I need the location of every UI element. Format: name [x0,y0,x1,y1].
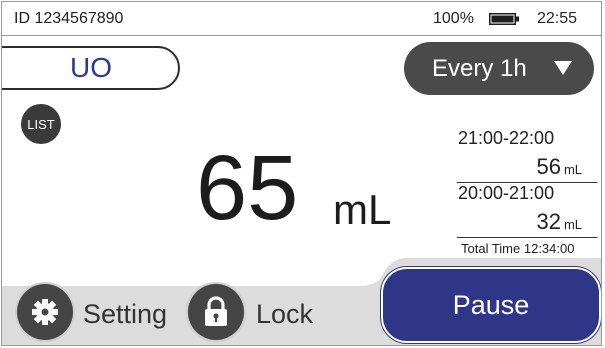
history-period: 21:00-22:00 [458,128,555,148]
status-divider [2,35,601,36]
padlock-icon [205,296,227,326]
current-volume-unit: mL [333,186,392,233]
total-time: Total Time 12:34:00 [461,241,575,256]
lock-label[interactable]: Lock [256,299,313,330]
history-divider [457,237,597,238]
clock: 22:55 [537,10,578,27]
battery-full-icon [489,13,519,25]
pause-button-label: Pause [452,289,530,320]
lock-button[interactable] [188,284,244,340]
interval-value: Every 1h [432,54,527,82]
history-value: 56 [536,154,561,179]
device-screen: ID 1234567890 100% 22:55 UO Every 1h LIS… [1,1,602,346]
measurement-type-label: UO [70,52,112,83]
chevron-down-icon [554,61,572,75]
list-button[interactable]: LIST [21,104,61,144]
history-period: 20:00-21:00 [458,183,555,203]
history-unit: mL [563,217,582,232]
current-volume-value: 65 [196,137,299,239]
history-value-row: 56 mL [482,154,582,180]
history-unit: mL [563,162,582,177]
history-value: 32 [536,209,561,234]
status-bar: ID 1234567890 100% 22:55 [2,2,601,32]
setting-button[interactable] [17,284,73,340]
gear-icon [32,299,58,325]
list-button-label: LIST [27,116,55,132]
measurement-type-tab[interactable]: UO [2,46,180,90]
battery-percent: 100% [433,10,474,27]
pause-button[interactable]: Pause [381,267,601,343]
history-value-row: 32 mL [482,209,582,235]
interval-dropdown[interactable]: Every 1h [404,42,594,95]
setting-label[interactable]: Setting [83,299,167,330]
device-id: ID 1234567890 [14,10,124,27]
